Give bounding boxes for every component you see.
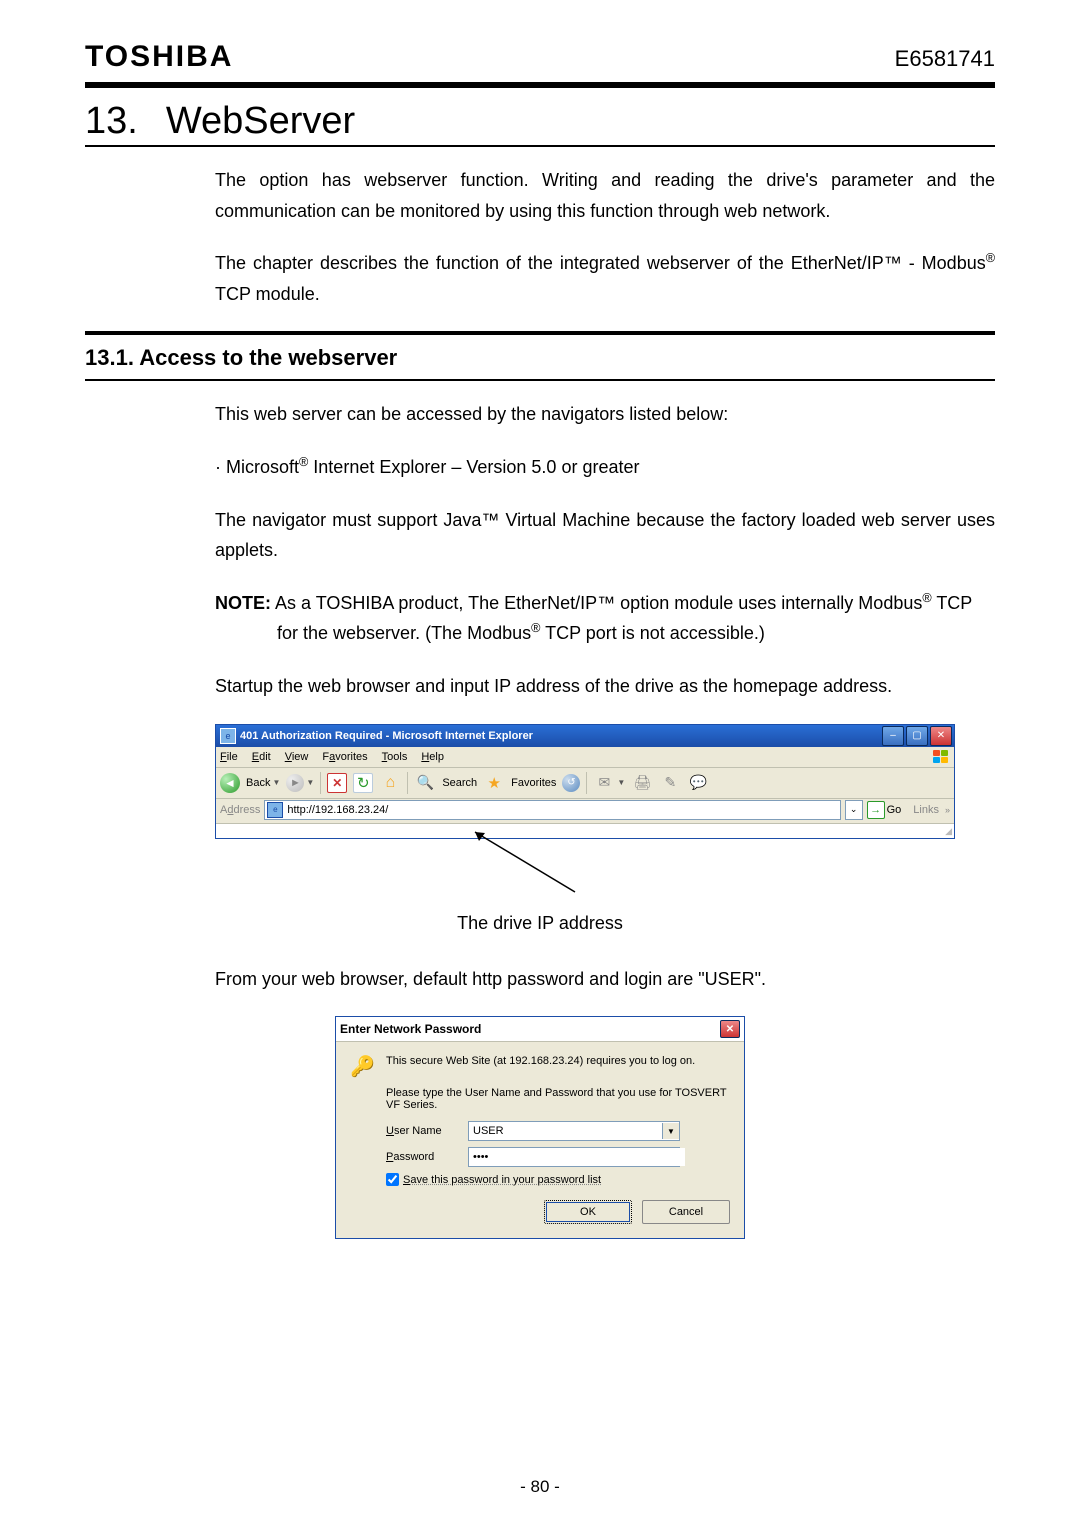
separator: [320, 772, 321, 794]
password-field[interactable]: [469, 1148, 685, 1166]
divider: [85, 82, 995, 88]
windows-flag-icon: [932, 749, 950, 765]
menu-bar: File Edit View Favorites Tools Help: [216, 747, 954, 768]
h2-title: 13.1. Access to the webserver: [85, 345, 995, 371]
url-text: http://192.168.23.24/: [287, 804, 388, 816]
favorites-icon[interactable]: ★: [483, 772, 505, 794]
registered-mark: ®: [299, 455, 308, 469]
forward-button[interactable]: ►: [286, 774, 304, 792]
username-input[interactable]: ▼: [468, 1121, 680, 1141]
mail-button[interactable]: ✉: [593, 772, 615, 794]
address-bar: Address e http://192.168.23.24/ ⌄ → Go L…: [216, 799, 954, 823]
save-password-checkbox[interactable]: [386, 1173, 399, 1186]
menu-file[interactable]: File: [220, 751, 238, 763]
links-chevron-icon[interactable]: »: [945, 805, 950, 815]
address-dropdown[interactable]: ⌄: [845, 800, 863, 820]
print-button[interactable]: 🖨: [631, 772, 653, 794]
brand-logo-text: TOSHIBA: [85, 40, 233, 74]
window-titlebar[interactable]: e 401 Authorization Required - Microsoft…: [216, 725, 954, 747]
page-icon: e: [267, 802, 283, 818]
menu-edit[interactable]: Edit: [252, 751, 271, 763]
discuss-button[interactable]: 💬: [687, 772, 709, 794]
dialog-close-button[interactable]: ✕: [720, 1020, 740, 1038]
dialog-message: This secure Web Site (at 192.168.23.24) …: [386, 1054, 730, 1069]
close-button[interactable]: ✕: [930, 726, 952, 746]
forward-dropdown[interactable]: ▼: [306, 778, 314, 787]
paragraph: The chapter describes the function of th…: [215, 248, 995, 309]
doc-number: E6581741: [895, 46, 995, 72]
window-title: 401 Authorization Required - Microsoft I…: [240, 730, 882, 742]
dialog-message-2: Please type the User Name and Password t…: [386, 1087, 730, 1111]
minimize-button[interactable]: –: [882, 726, 904, 746]
note-block: NOTE: As a TOSHIBA product, The EtherNet…: [215, 588, 995, 649]
address-label: Address: [220, 804, 260, 816]
paragraph: Startup the web browser and input IP add…: [215, 671, 995, 702]
paragraph: From your web browser, default http pass…: [215, 964, 995, 995]
search-label: Search: [442, 777, 477, 789]
paragraph: This web server can be accessed by the n…: [215, 399, 995, 430]
edit-button[interactable]: ✎: [659, 772, 681, 794]
go-icon: →: [867, 801, 885, 819]
favorites-label: Favorites: [511, 777, 556, 789]
bullet-item: · Microsoft® Internet Explorer – Version…: [215, 452, 995, 483]
h1-title: WebServer: [166, 100, 355, 143]
refresh-button[interactable]: ↻: [353, 773, 373, 793]
browser-window: e 401 Authorization Required - Microsoft…: [215, 724, 955, 839]
ok-button[interactable]: OK: [544, 1200, 632, 1224]
links-label[interactable]: Links: [913, 804, 939, 816]
username-field[interactable]: [469, 1122, 662, 1140]
registered-mark: ®: [986, 251, 995, 265]
go-button[interactable]: → Go: [867, 801, 902, 819]
mail-dropdown[interactable]: ▼: [617, 778, 625, 787]
resize-grip-icon[interactable]: ◢: [945, 826, 952, 837]
maximize-button[interactable]: ▢: [906, 726, 928, 746]
cancel-button[interactable]: Cancel: [642, 1200, 730, 1224]
dialog-titlebar[interactable]: Enter Network Password ✕: [336, 1017, 744, 1042]
dialog-title: Enter Network Password: [340, 1022, 481, 1036]
stop-button[interactable]: ✕: [327, 773, 347, 793]
divider: [85, 331, 995, 335]
page-number: - 80 -: [0, 1477, 1080, 1497]
menu-view[interactable]: View: [285, 751, 309, 763]
toolbar: ◄ Back ▼ ► ▼ ✕ ↻ ⌂ 🔍 Search ★ Favorites …: [216, 768, 954, 799]
search-icon[interactable]: 🔍: [414, 772, 436, 794]
key-icon: 🔑: [350, 1054, 380, 1079]
figure-caption: The drive IP address: [85, 913, 995, 934]
password-label: Password: [386, 1151, 458, 1163]
back-button[interactable]: ◄: [220, 773, 240, 793]
note-label: NOTE:: [215, 593, 271, 613]
divider: [85, 145, 995, 147]
home-button[interactable]: ⌂: [379, 772, 401, 794]
address-input[interactable]: e http://192.168.23.24/: [264, 800, 840, 820]
login-dialog: Enter Network Password ✕ 🔑 This secure W…: [335, 1016, 745, 1239]
username-dropdown[interactable]: ▼: [662, 1123, 679, 1139]
username-label: User Name: [386, 1125, 458, 1137]
h1-number: 13.: [85, 100, 138, 143]
menu-tools[interactable]: Tools: [382, 751, 408, 763]
paragraph: The navigator must support Java™ Virtual…: [215, 505, 995, 566]
save-password-label[interactable]: Save this password in your password list: [403, 1174, 601, 1186]
menu-favorites[interactable]: Favorites: [322, 751, 367, 763]
ie-app-icon: e: [220, 728, 236, 744]
separator: [586, 772, 587, 794]
paragraph: The option has webserver function. Writi…: [215, 165, 995, 226]
password-input[interactable]: [468, 1147, 680, 1167]
callout-arrow: [215, 839, 955, 909]
menu-help[interactable]: Help: [421, 751, 444, 763]
separator: [407, 772, 408, 794]
divider: [85, 379, 995, 381]
back-label: Back: [246, 777, 270, 789]
history-button[interactable]: ↺: [562, 774, 580, 792]
back-dropdown[interactable]: ▼: [272, 778, 280, 787]
